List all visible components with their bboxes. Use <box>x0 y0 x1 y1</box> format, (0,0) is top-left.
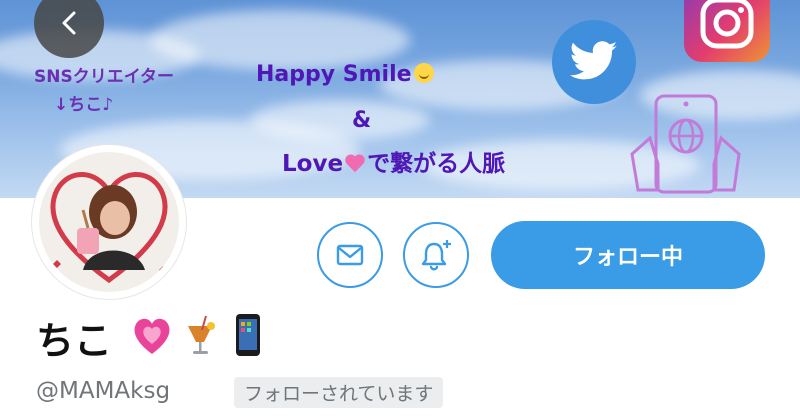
message-button[interactable] <box>317 222 383 288</box>
chevron-left-icon <box>62 11 76 35</box>
instagram-logo <box>684 0 770 62</box>
banner-connection-text: で繋がる人脈 <box>367 151 506 177</box>
phone-globe-icon <box>630 94 741 194</box>
mail-icon <box>336 244 364 266</box>
notifications-button[interactable] <box>403 222 469 288</box>
follows-you-badge: フォローされています <box>234 377 444 408</box>
twitter-logo <box>552 20 636 104</box>
banner-love-text: Love <box>282 151 344 177</box>
mobile-phone-icon <box>236 314 260 356</box>
instagram-icon <box>700 0 754 49</box>
banner-name-text: ↓ちこ♪ <box>54 95 114 115</box>
banner-happy-smile-text: Happy Smile <box>256 62 412 87</box>
smiling-face-icon <box>413 63 434 83</box>
banner-ampersand: & <box>352 108 372 133</box>
tropical-drink-icon <box>188 315 215 354</box>
display-name: ちこ <box>36 319 113 363</box>
name-emojis <box>134 314 260 356</box>
bell-plus-icon <box>421 240 451 271</box>
user-handle: @MAMAksg <box>36 378 171 404</box>
avatar-image <box>39 152 179 292</box>
banner-happy-smile: Happy Smile <box>256 62 434 87</box>
growing-heart-icon <box>134 318 170 354</box>
banner-creator-text: SNSクリエイター <box>34 67 175 87</box>
avatar[interactable] <box>32 145 186 299</box>
twitter-bird-icon <box>570 41 618 80</box>
avatar-heart-frame-icon <box>50 172 168 284</box>
following-button[interactable]: フォロー中 <box>491 221 765 289</box>
sparkling-heart-icon <box>344 154 366 174</box>
banner-love-line: Love で繋がる人脈 <box>282 144 505 178</box>
